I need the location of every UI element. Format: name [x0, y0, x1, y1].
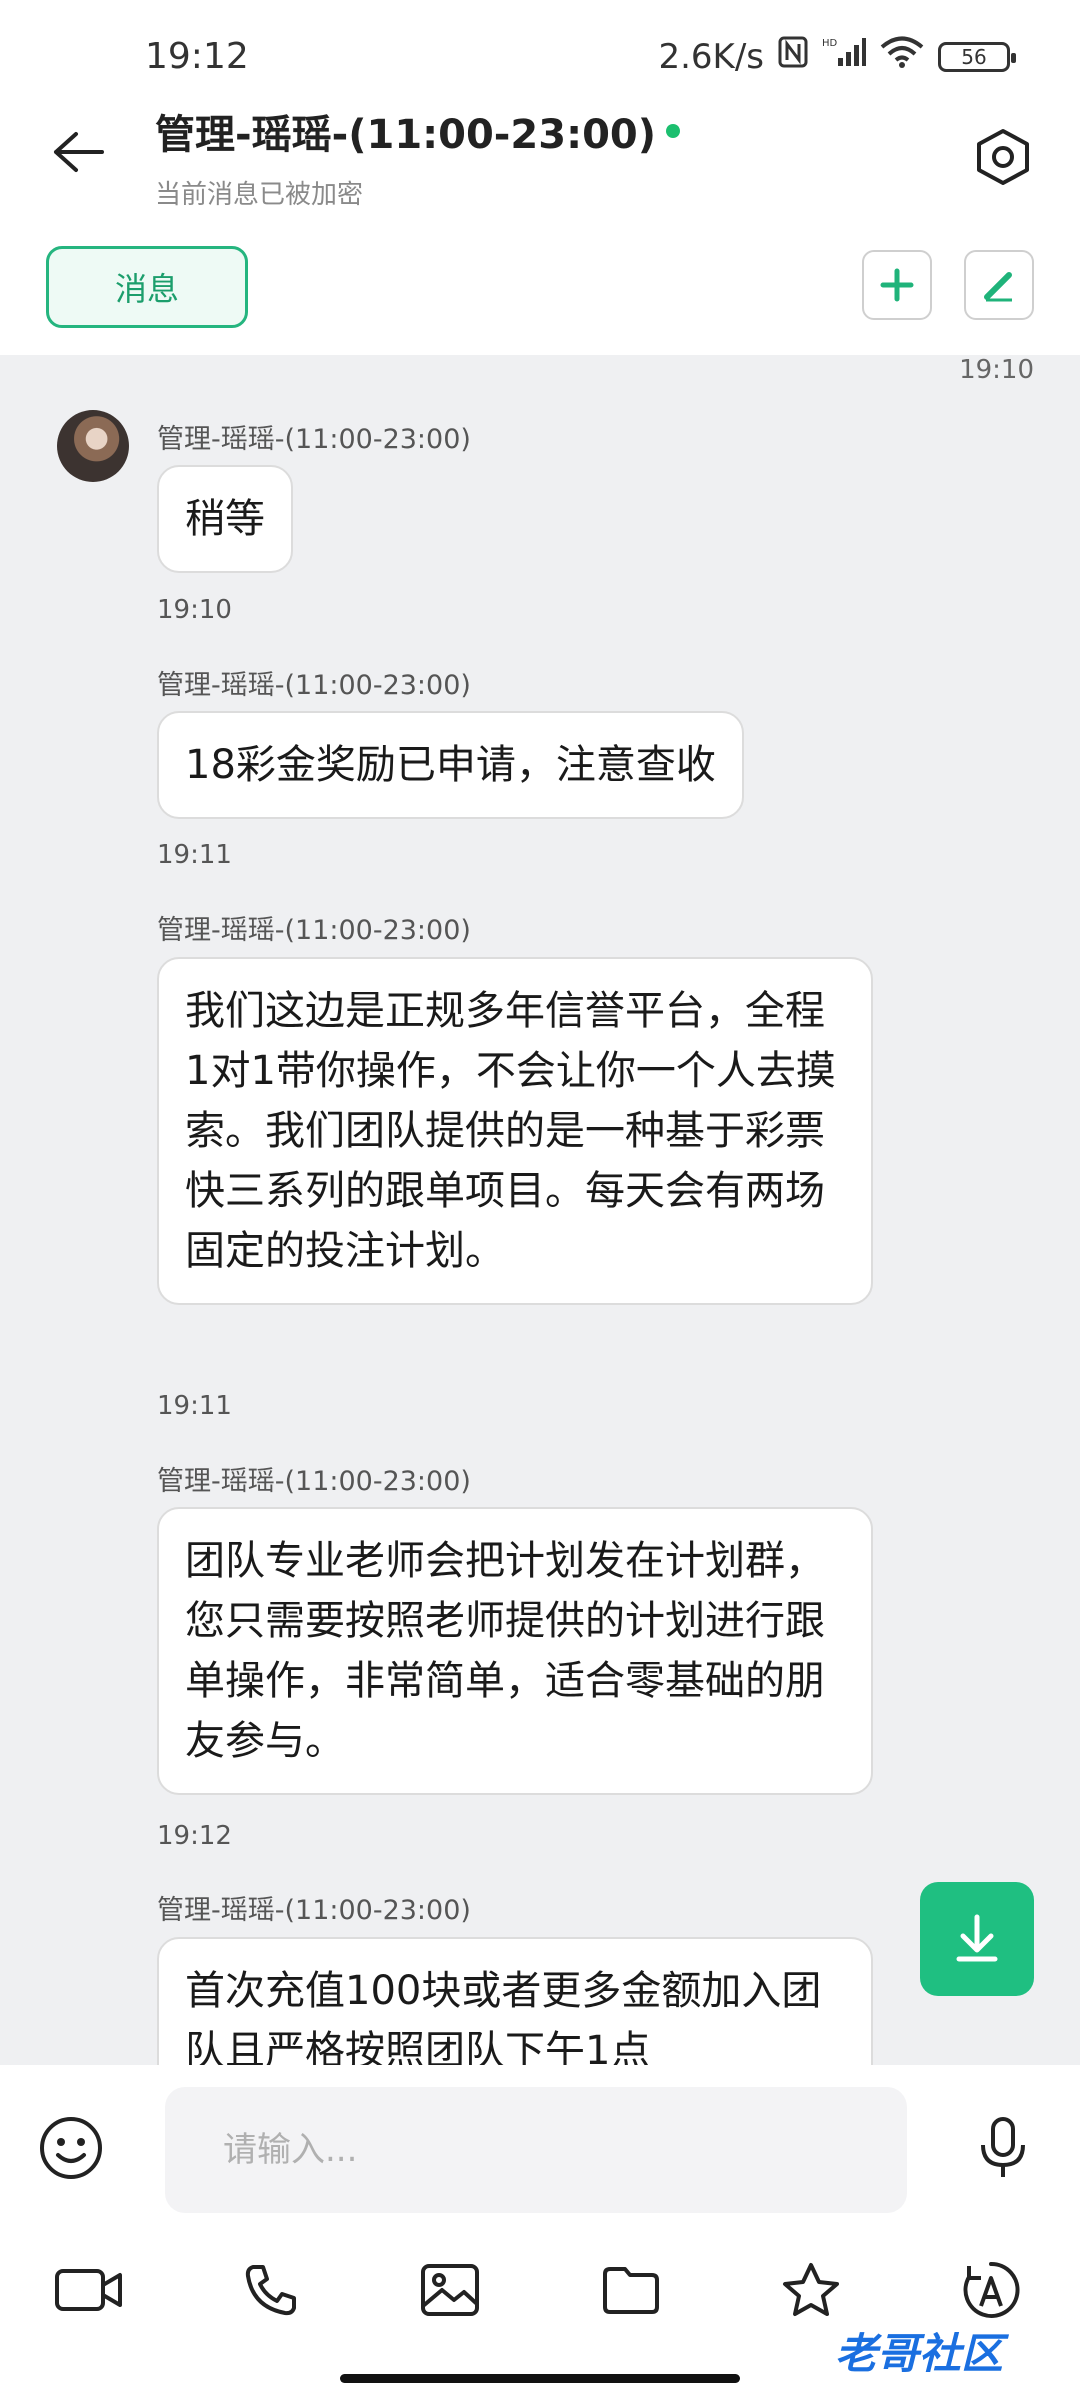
- translate-icon: [963, 2261, 1020, 2318]
- video-camera-icon: [55, 2269, 122, 2311]
- message-time: 19:11: [157, 1391, 232, 1421]
- message-bubble[interactable]: 稍等: [157, 465, 293, 573]
- title-block: 管理-瑶瑶-(11:00-23:00) 当前消息已被加密: [155, 102, 681, 211]
- chat-title-text: 管理-瑶瑶-(11:00-23:00): [155, 112, 657, 158]
- settings-hexagon-icon: [977, 129, 1029, 185]
- sender-name: 管理-瑶瑶-(11:00-23:00): [157, 1895, 471, 1926]
- voice-call-button[interactable]: [236, 2255, 306, 2325]
- battery-icon: 56: [938, 41, 1016, 72]
- signal-icon: HD: [822, 36, 866, 77]
- phone-icon: [245, 2265, 296, 2316]
- emoji-button[interactable]: [38, 2115, 104, 2181]
- message-bubble[interactable]: 18彩金奖励已申请，注意查收: [157, 711, 744, 819]
- net-speed: 2.6K/s: [658, 36, 764, 77]
- message-time: 19:11: [157, 840, 232, 870]
- encryption-note: 当前消息已被加密: [155, 180, 364, 210]
- message-time: 19:10: [959, 355, 1034, 385]
- status-icons: 2.6K/s HD 56: [658, 36, 1016, 77]
- microphone-icon: [981, 2117, 1025, 2177]
- message-time: 19:10: [157, 595, 232, 625]
- status-bar: 19:12 2.6K/s HD 56: [0, 0, 1080, 110]
- sender-name: 管理-瑶瑶-(11:00-23:00): [157, 1466, 471, 1497]
- watermark-logo: 老哥社区: [835, 2329, 1004, 2378]
- image-icon: [421, 2264, 479, 2316]
- settings-button[interactable]: [968, 122, 1038, 192]
- download-arrow-icon: [956, 1914, 998, 1962]
- image-button[interactable]: [415, 2255, 485, 2325]
- message-time: 19:12: [157, 1821, 232, 1851]
- voice-button[interactable]: [970, 2115, 1036, 2181]
- sender-name: 管理-瑶瑶-(11:00-23:00): [157, 670, 471, 701]
- status-time: 19:12: [145, 36, 249, 77]
- wifi-icon: [880, 36, 924, 77]
- message-bubble[interactable]: 团队专业老师会把计划发在计划群，您只需要按照老师提供的计划进行跟单操作，非常简单…: [157, 1507, 873, 1795]
- smiley-icon: [40, 2117, 102, 2179]
- sender-name: 管理-瑶瑶-(11:00-23:00): [157, 424, 471, 455]
- tab-messages[interactable]: 消息: [46, 246, 248, 328]
- back-arrow-icon: [54, 132, 104, 172]
- file-button[interactable]: [596, 2255, 666, 2325]
- online-status-dot: [666, 124, 681, 138]
- sender-name: 管理-瑶瑶-(11:00-23:00): [157, 915, 471, 946]
- add-button[interactable]: [862, 250, 932, 320]
- toolbar: 消息: [0, 240, 1080, 350]
- input-bar: [0, 2065, 1080, 2215]
- nfc-icon: [778, 36, 808, 77]
- scroll-to-bottom-button[interactable]: [920, 1882, 1034, 1996]
- favorite-button[interactable]: [776, 2255, 846, 2325]
- plus-icon: [880, 268, 914, 302]
- video-call-button[interactable]: [54, 2255, 124, 2325]
- edit-button[interactable]: [964, 250, 1034, 320]
- pencil-icon: [984, 272, 1012, 302]
- translate-button[interactable]: [956, 2255, 1026, 2325]
- back-button[interactable]: [46, 120, 110, 184]
- chat-header: 管理-瑶瑶-(11:00-23:00) 当前消息已被加密: [0, 100, 1080, 220]
- svg-text:HD: HD: [822, 38, 838, 49]
- message-bubble[interactable]: 我们这边是正规多年信誉平台，全程1对1带你操作，不会让你一个人去摸索。我们团队提…: [157, 957, 873, 1305]
- message-bubble[interactable]: 首次充值100块或者更多金额加入团队且严格按照团队下午1点: [157, 1937, 873, 2065]
- home-indicator[interactable]: [340, 2374, 740, 2383]
- message-input[interactable]: [165, 2087, 907, 2213]
- star-icon: [783, 2263, 839, 2316]
- folder-icon: [603, 2267, 659, 2314]
- chat-area[interactable]: 19:10 管理-瑶瑶-(11:00-23:00) 稍等 19:10 管理-瑶瑶…: [0, 355, 1080, 2065]
- chat-title: 管理-瑶瑶-(11:00-23:00): [155, 102, 681, 160]
- avatar[interactable]: [57, 410, 129, 482]
